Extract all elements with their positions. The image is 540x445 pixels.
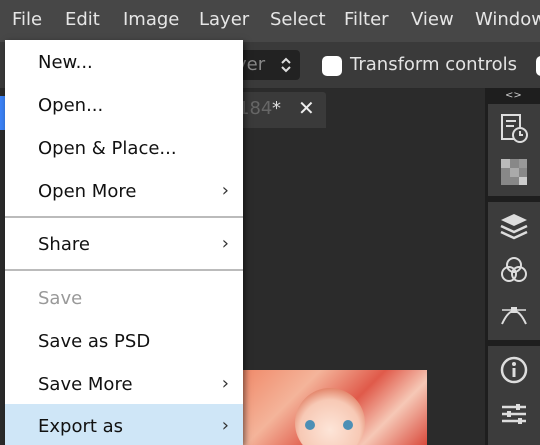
close-tab-icon[interactable]: ✕: [298, 96, 315, 120]
modified-marker: *: [272, 98, 281, 119]
menu-item-open[interactable]: Open...: [5, 85, 243, 125]
menu-image[interactable]: Image: [123, 9, 179, 30]
panel-group-1: [488, 104, 540, 196]
menu-item-label: New...: [38, 52, 93, 73]
menu-item-open-more[interactable]: Open More ›: [5, 171, 243, 211]
menu-item-share[interactable]: Share ›: [5, 224, 243, 264]
menu-item-label: Save More: [38, 374, 133, 395]
menu-item-label: Open & Place...: [38, 138, 177, 159]
info-icon[interactable]: [498, 354, 530, 386]
menu-item-label: Open More: [38, 181, 137, 202]
channels-icon[interactable]: [498, 254, 530, 286]
file-menu: New... Open... Open & Place... Open More…: [5, 40, 243, 445]
panel-group-2: [488, 202, 540, 340]
menu-item-save-more[interactable]: Save More ›: [5, 364, 243, 404]
document-tab[interactable]: 184 * ✕: [230, 92, 326, 128]
chevron-right-icon: ›: [221, 415, 229, 436]
transform-controls-label: Transform controls: [350, 54, 518, 75]
menu-select[interactable]: Select: [270, 9, 326, 30]
menu-item-label: Save: [38, 288, 83, 309]
collapse-panel-toggle[interactable]: <>: [505, 90, 522, 101]
menu-window[interactable]: Window: [475, 9, 540, 30]
menu-filter[interactable]: Filter: [344, 9, 389, 30]
next-option-checkbox[interactable]: [536, 56, 540, 76]
chevron-right-icon: ›: [221, 180, 229, 201]
menu-item-label: Export as: [38, 416, 124, 437]
transform-controls-checkbox[interactable]: [322, 56, 342, 76]
illustration-eye: [305, 420, 315, 430]
menu-item-save-as-psd[interactable]: Save as PSD: [5, 321, 243, 361]
paths-icon[interactable]: [498, 298, 530, 330]
menu-divider: [5, 269, 243, 271]
document-tab-name: 184: [238, 98, 273, 119]
layers-icon[interactable]: [498, 210, 530, 242]
menu-item-save[interactable]: Save: [5, 278, 243, 318]
menu-item-label: Open...: [38, 95, 104, 116]
menu-item-label: Share: [38, 234, 90, 255]
history-icon[interactable]: [498, 112, 530, 144]
menu-view[interactable]: View: [411, 9, 454, 30]
panel-group-3: [488, 346, 540, 445]
menu-item-export-as[interactable]: Export as ›: [5, 404, 243, 445]
menu-item-label: Save as PSD: [38, 331, 151, 352]
chevron-right-icon: ›: [221, 373, 229, 394]
chevron-updown-icon: [280, 56, 292, 78]
illustration-eye: [343, 420, 353, 430]
menu-bar: File Edit Image Layer Select Filter View…: [0, 0, 540, 42]
menu-file[interactable]: File: [12, 9, 42, 30]
illustration-face: [295, 388, 365, 445]
properties-icon[interactable]: [498, 398, 530, 430]
canvas-image[interactable]: [243, 370, 427, 445]
menu-item-new[interactable]: New...: [5, 42, 243, 82]
swatches-icon[interactable]: [498, 156, 530, 188]
chevron-right-icon: ›: [221, 233, 229, 254]
right-panel: <>: [485, 88, 540, 445]
menu-divider: [5, 216, 243, 218]
menu-layer[interactable]: Layer: [199, 9, 249, 30]
menu-item-open-place[interactable]: Open & Place...: [5, 128, 243, 168]
menu-edit[interactable]: Edit: [65, 9, 100, 30]
